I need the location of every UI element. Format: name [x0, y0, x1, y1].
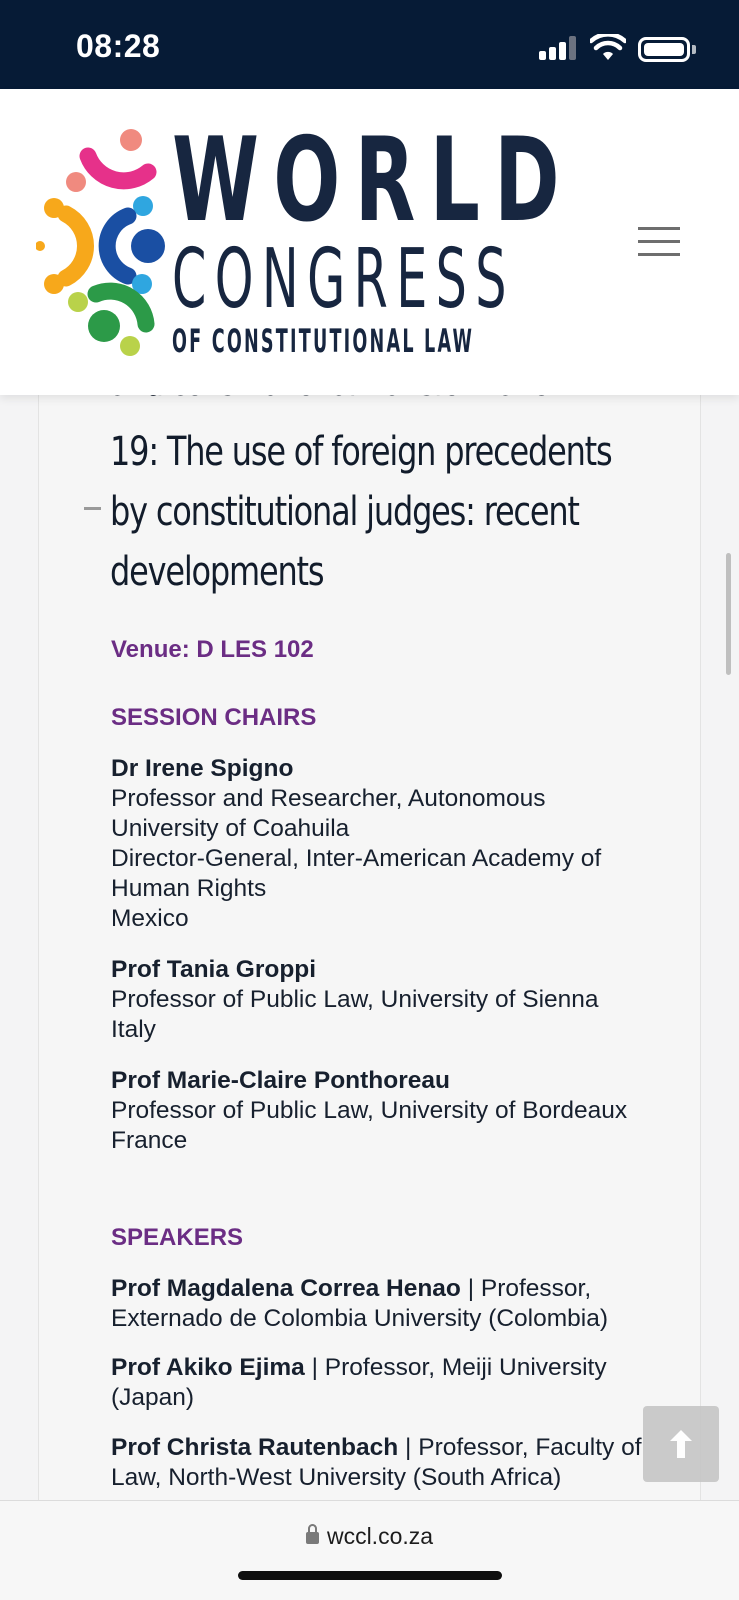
- back-to-top-button[interactable]: [643, 1406, 719, 1482]
- congress-logo-icon[interactable]: [36, 126, 170, 358]
- chair-entry: Prof Tania Groppi Professor of Public La…: [111, 955, 651, 1045]
- battery-nub: [692, 45, 696, 54]
- logo-subtitle: OF CONSTITUTIONAL LAW: [172, 322, 475, 360]
- collapse-toggle-icon[interactable]: [84, 507, 101, 510]
- session-heading[interactable]: 19: The use of foreign precedents by con…: [110, 422, 622, 602]
- menu-hamburger-icon[interactable]: [638, 227, 680, 259]
- chair-country: Italy: [111, 1016, 156, 1043]
- speaker-name: Prof Akiko Ejima: [111, 1354, 305, 1381]
- session-chairs-label: SESSION CHAIRS: [111, 704, 317, 731]
- scrollbar-thumb[interactable]: [726, 553, 731, 675]
- chair-detail: Director-General, Inter-American Academy…: [111, 845, 602, 902]
- status-time: 08:28: [76, 28, 161, 64]
- cellular-signal-icon: [539, 36, 577, 60]
- speaker-entry: Prof Magdalena Correa Henao | Professor,…: [111, 1274, 661, 1334]
- chair-detail: Professor of Public Law, University of S…: [111, 986, 599, 1013]
- chair-detail: Professor and Researcher, Autonomous Uni…: [111, 785, 546, 842]
- battery-icon: [638, 37, 690, 62]
- speaker-name: Prof Christa Rautenbach: [111, 1434, 399, 1461]
- chair-entry: Prof Marie-Claire Ponthoreau Professor o…: [111, 1066, 651, 1156]
- speaker-entry: Prof Akiko Ejima | Professor, Meiji Univ…: [111, 1353, 661, 1413]
- speaker-entry: Prof Christa Rautenbach | Professor, Fac…: [111, 1433, 661, 1493]
- wifi-icon: [590, 34, 626, 60]
- chair-country: France: [111, 1127, 188, 1154]
- chair-name: Dr Irene Spigno: [111, 755, 294, 782]
- speakers-label: SPEAKERS: [111, 1224, 244, 1251]
- address-bar[interactable]: wccl.co.za: [0, 1523, 739, 1550]
- lock-icon: [305, 1524, 319, 1544]
- logo-word-congress: CONGRESS: [172, 232, 515, 327]
- speaker-name: Prof Magdalena Correa Henao: [111, 1275, 461, 1302]
- home-indicator[interactable]: [238, 1571, 502, 1580]
- browser-bar: wccl.co.za: [0, 1500, 739, 1600]
- chair-name: Prof Tania Groppi: [111, 956, 317, 983]
- url-text: wccl.co.za: [326, 1523, 434, 1549]
- chair-detail: Professor of Public Law, University of B…: [111, 1097, 628, 1124]
- chair-country: Mexico: [111, 905, 189, 932]
- chair-entry: Dr Irene Spigno Professor and Researcher…: [111, 754, 651, 934]
- arrow-up-icon: [670, 1430, 692, 1458]
- logo-word-world: WORLD: [172, 113, 574, 248]
- status-bar: 08:28: [0, 0, 739, 89]
- chair-name: Prof Marie-Claire Ponthoreau: [111, 1067, 450, 1094]
- session-venue: Venue: D LES 102: [111, 636, 314, 663]
